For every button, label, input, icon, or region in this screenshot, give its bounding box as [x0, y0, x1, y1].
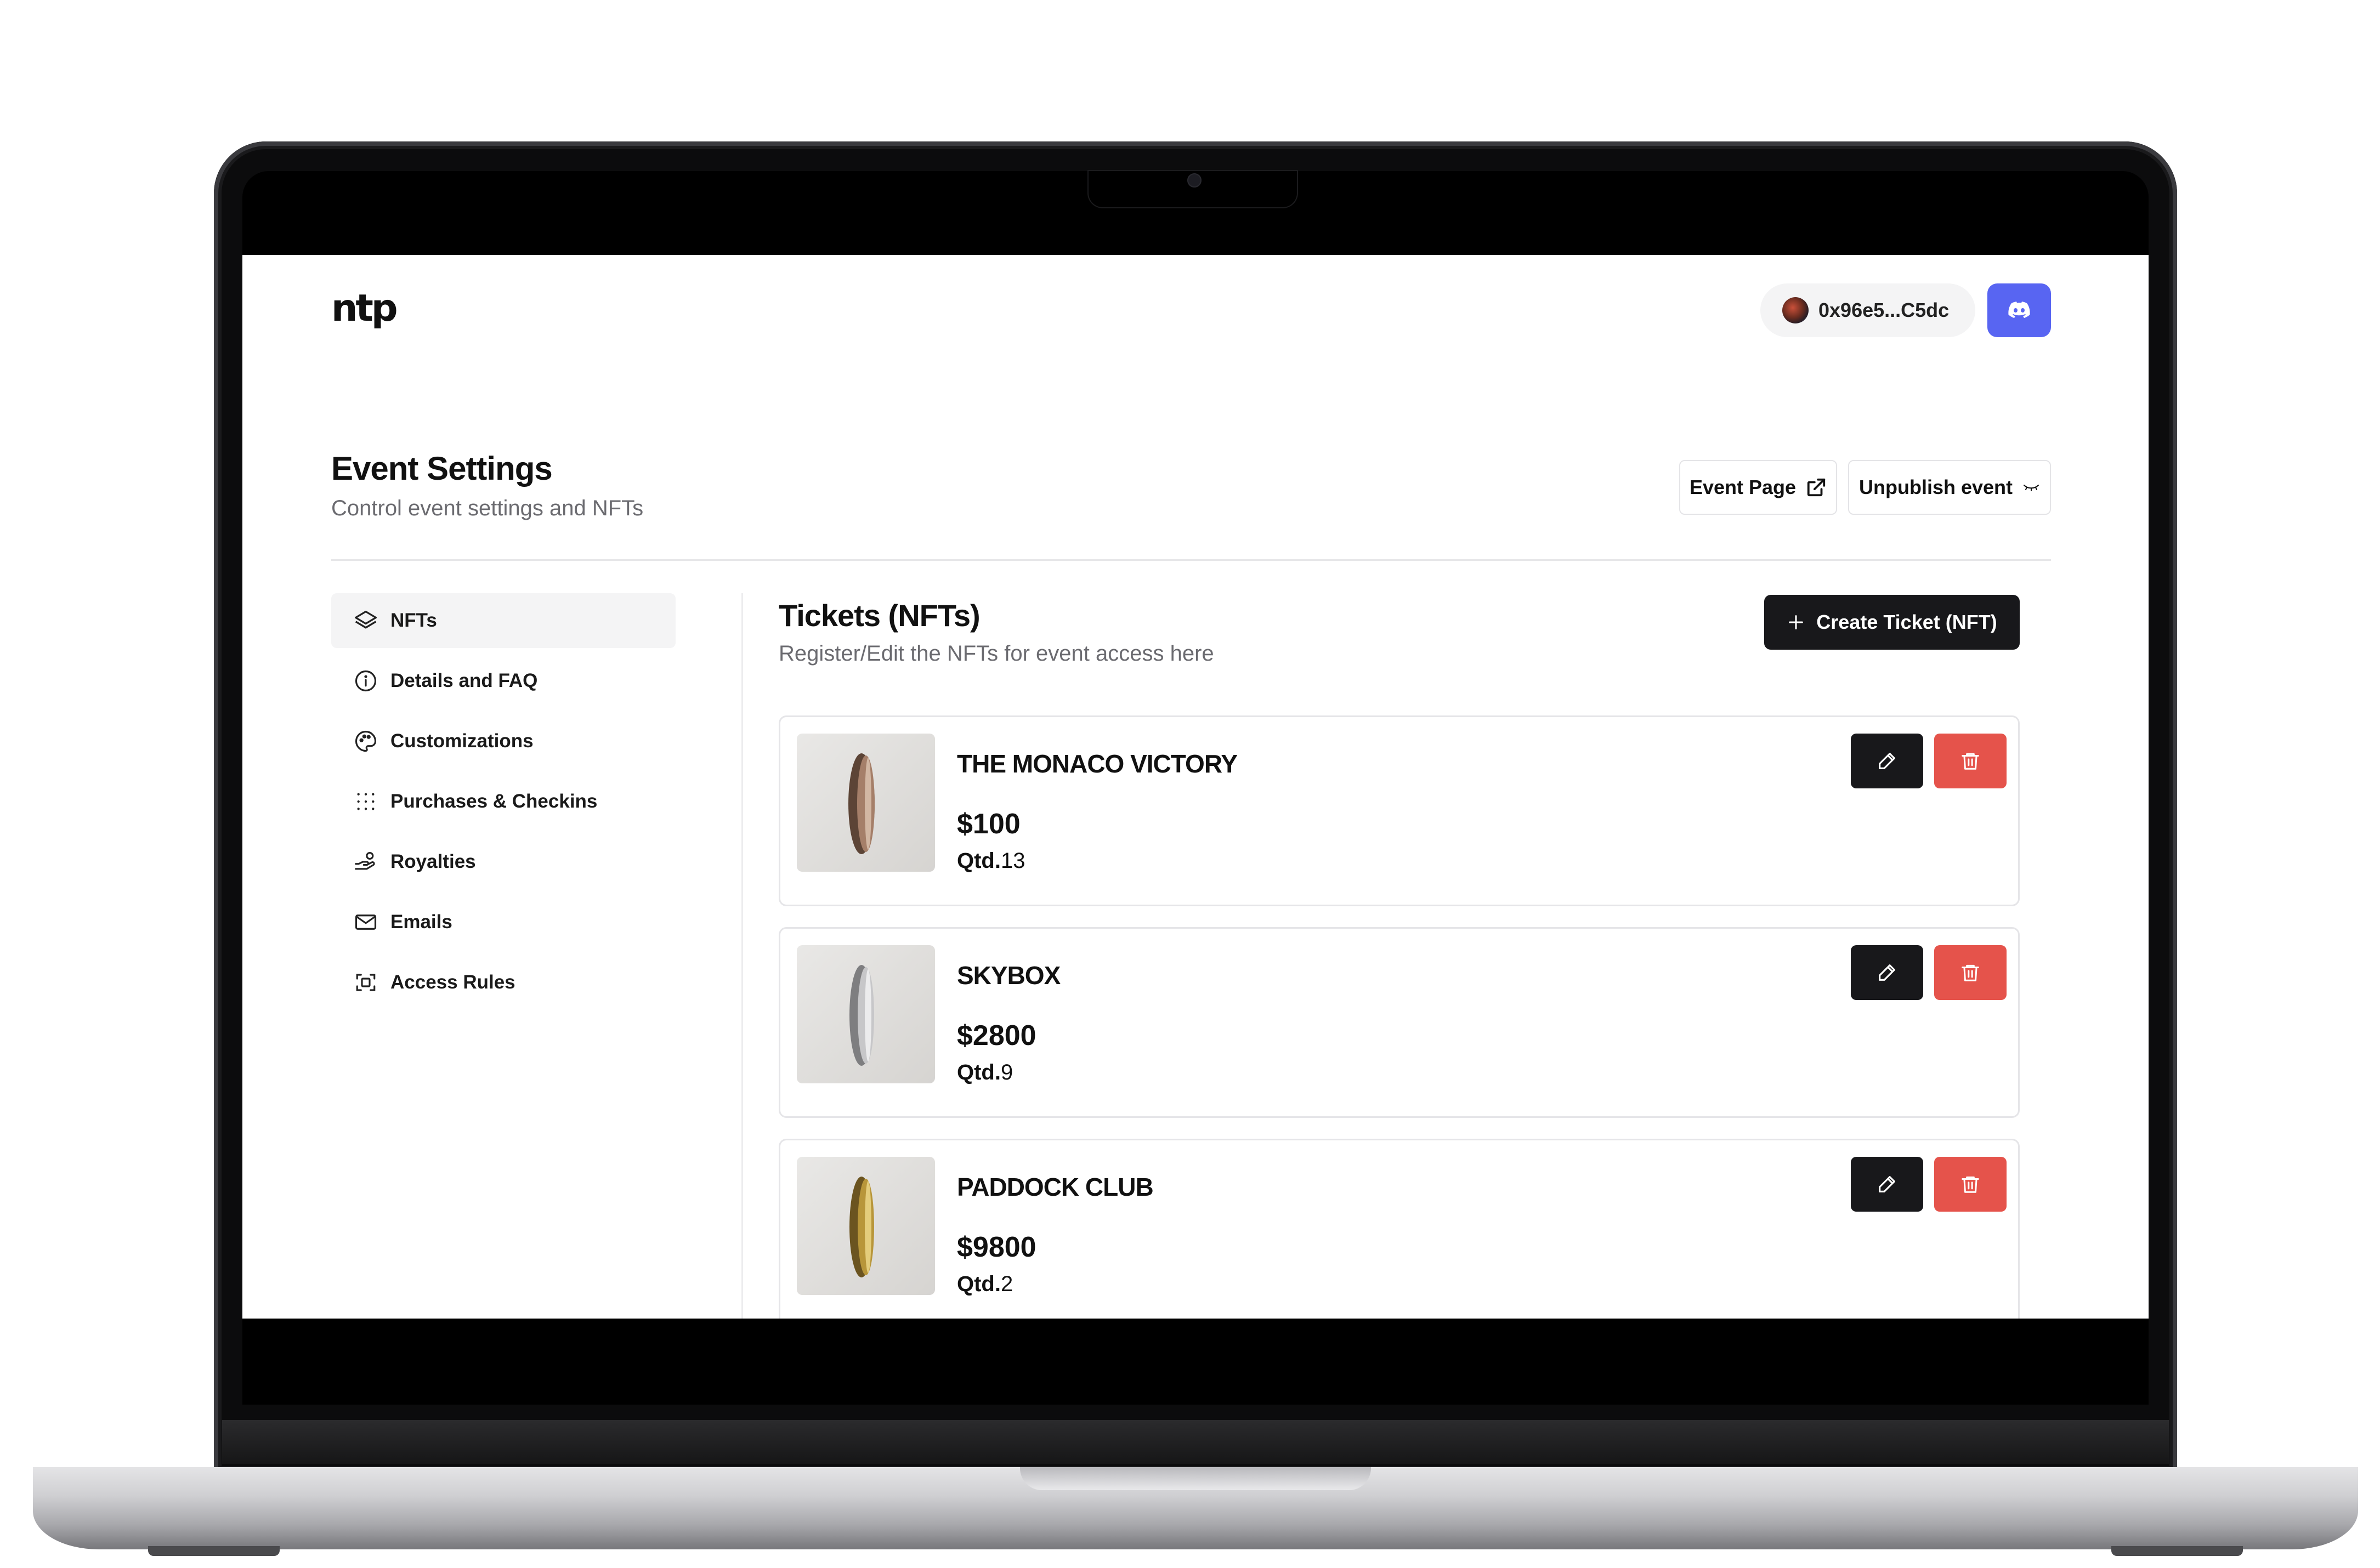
unpublish-label: Unpublish event — [1858, 476, 2013, 498]
wallet-button[interactable]: 0x96e5...C5dc — [1760, 283, 1975, 337]
sidebar-item-label: NFTs — [390, 610, 437, 631]
plus-icon — [1789, 615, 1804, 629]
ticket-price: $100 — [957, 808, 1021, 840]
laptop-hinge — [222, 1420, 2169, 1464]
ticket-quantity: Qtd.2 — [957, 1272, 1013, 1297]
sidebar-item-label: Customizations — [390, 730, 534, 752]
sidebar-item-customizations[interactable]: Customizations — [331, 714, 676, 769]
trash-icon — [1962, 1176, 1979, 1193]
header-divider — [331, 559, 2051, 561]
ticket-price: $2800 — [957, 1020, 1036, 1052]
ticket-name: SKYBOX — [957, 961, 1061, 990]
scan-icon — [353, 970, 378, 995]
external-link-icon — [1807, 478, 1826, 497]
info-icon — [353, 668, 378, 694]
ticket-card: THE MONACO VICTORY $100 Qtd.13 — [779, 715, 2020, 906]
hand-coins-icon — [353, 849, 378, 874]
mail-icon — [353, 910, 378, 935]
ticket-name: PADDOCK CLUB — [957, 1173, 1154, 1201]
sidebar-divider — [741, 593, 743, 1319]
sidebar-item-label: Purchases & Checkins — [390, 791, 598, 812]
page-subtitle: Control event settings and NFTs — [331, 496, 644, 520]
dots-grid-icon — [353, 789, 378, 814]
create-ticket-button[interactable]: Create Ticket (NFT) — [1764, 595, 2020, 650]
unpublish-event-button[interactable]: Unpublish event — [1848, 460, 2051, 515]
laptop-foot — [2111, 1546, 2243, 1556]
sidebar-item-details-faq[interactable]: Details and FAQ — [331, 654, 676, 708]
sidebar-item-label: Emails — [390, 911, 452, 933]
camera-icon — [1187, 173, 1202, 188]
sidebar-item-label: Royalties — [390, 851, 476, 872]
event-page-label: Event Page — [1689, 476, 1797, 498]
sidebar-item-purchases-checkins[interactable]: Purchases & Checkins — [331, 774, 676, 829]
ticket-card: SKYBOX $2800 Qtd.9 — [779, 927, 2020, 1118]
ticket-image — [797, 1157, 935, 1295]
qtd-value: 13 — [1000, 849, 1025, 873]
ticket-image — [797, 734, 935, 872]
wallet-address: 0x96e5...C5dc — [1818, 299, 1950, 321]
edit-ticket-button[interactable] — [1851, 734, 1923, 788]
sidebar-item-royalties[interactable]: Royalties — [331, 834, 676, 889]
discord-button[interactable] — [1987, 283, 2051, 337]
ticket-price: $9800 — [957, 1231, 1036, 1263]
laptop-foot — [148, 1546, 280, 1556]
eye-closed-icon — [2024, 485, 2039, 491]
pencil-icon — [1879, 753, 1895, 769]
edit-ticket-button[interactable] — [1851, 945, 1923, 1000]
pencil-icon — [1879, 1176, 1895, 1192]
qtd-label: Qtd. — [957, 1272, 1001, 1296]
ticket-image — [797, 945, 935, 1083]
sidebar-item-access-rules[interactable]: Access Rules — [331, 955, 676, 1010]
ticket-quantity: Qtd.13 — [957, 849, 1025, 873]
avatar — [1782, 297, 1809, 323]
palette-icon — [353, 729, 378, 754]
qtd-value: 2 — [1000, 1272, 1013, 1296]
delete-ticket-button[interactable] — [1934, 734, 2007, 788]
ticket-card: PADDOCK CLUB $9800 Qtd.2 — [779, 1139, 2020, 1319]
app-logo[interactable]: ntp — [331, 287, 398, 330]
sidebar-item-label: Access Rules — [390, 972, 515, 993]
edit-ticket-button[interactable] — [1851, 1157, 1923, 1212]
qtd-label: Qtd. — [957, 849, 1001, 873]
page-title: Event Settings — [331, 450, 553, 487]
sidebar-item-emails[interactable]: Emails — [331, 895, 676, 950]
pencil-icon — [1879, 964, 1895, 981]
discord-icon — [2008, 302, 2030, 318]
app-screen: ntp 0x96e5...C5dc Event Settings Control… — [242, 255, 2149, 1319]
ticket-quantity: Qtd.9 — [957, 1060, 1013, 1085]
delete-ticket-button[interactable] — [1934, 1157, 2007, 1212]
sidebar-item-nfts[interactable]: NFTs — [331, 593, 676, 648]
qtd-value: 9 — [1000, 1060, 1013, 1084]
delete-ticket-button[interactable] — [1934, 945, 2007, 1000]
ticket-name: THE MONACO VICTORY — [957, 749, 1238, 778]
create-ticket-label: Create Ticket (NFT) — [1816, 611, 1997, 633]
sidebar-item-label: Details and FAQ — [390, 670, 538, 691]
tickets-title: Tickets (NFTs) — [779, 598, 981, 633]
trash-icon — [1962, 964, 1979, 981]
tickets-subtitle: Register/Edit the NFTs for event access … — [779, 641, 1214, 666]
settings-sidebar: NFTs Details and FAQ Customizations Purc… — [331, 593, 676, 1015]
qtd-label: Qtd. — [957, 1060, 1001, 1084]
event-page-button[interactable]: Event Page — [1679, 460, 1837, 515]
trash-icon — [1962, 753, 1979, 770]
laptop-opening-notch — [1020, 1467, 1371, 1490]
layers-icon — [353, 608, 378, 633]
